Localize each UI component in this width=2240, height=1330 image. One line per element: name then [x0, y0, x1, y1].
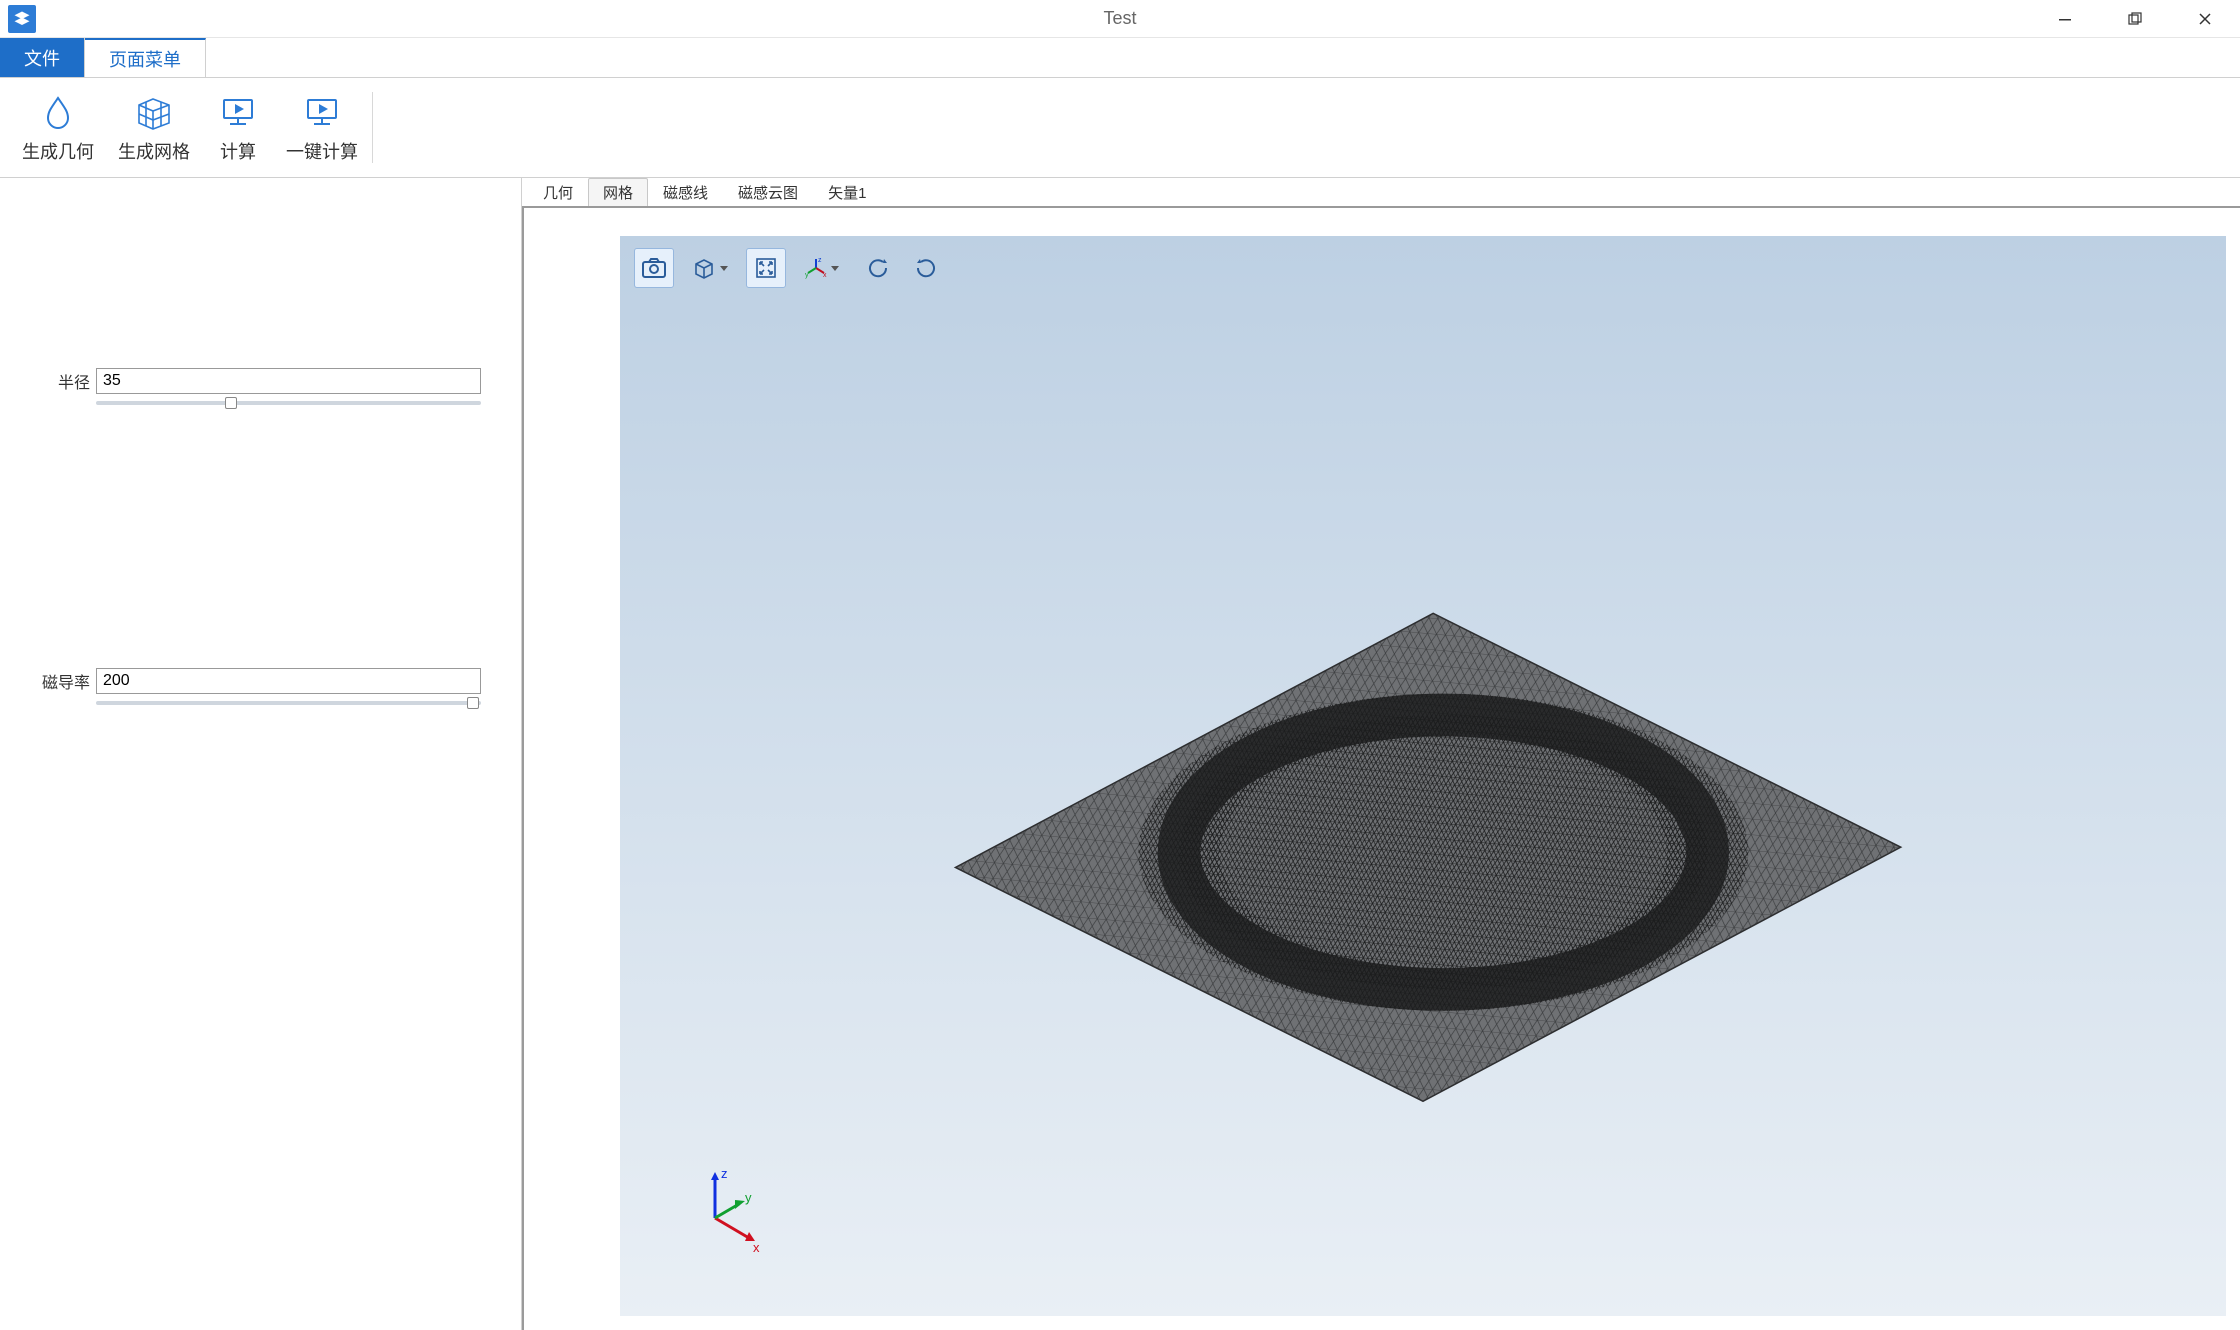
axis-icon: z x y [805, 257, 827, 279]
ribbon-content: 生成几何 生成网格 [0, 78, 2240, 178]
radius-slider-thumb[interactable] [225, 397, 237, 409]
axes-button[interactable]: z x y [794, 248, 850, 288]
view-tabs: 几何 网格 磁感线 磁感云图 矢量1 [522, 178, 2240, 206]
radius-input[interactable] [96, 368, 481, 394]
generate-geometry-button[interactable]: 生成几何 [10, 84, 106, 171]
radius-slider[interactable] [96, 398, 481, 408]
window-controls [2030, 0, 2240, 37]
viewport-toolbar: z x y [634, 248, 946, 288]
app-window: Test 文件 页面菜单 生 [0, 0, 2240, 1330]
close-icon [2198, 12, 2212, 26]
tab-file[interactable]: 文件 [0, 38, 85, 77]
svg-text:y: y [805, 272, 809, 279]
viewport-3d[interactable]: z x y [620, 236, 2226, 1316]
svg-text:z: z [818, 257, 822, 264]
axis-z-label: z [721, 1166, 728, 1181]
permeability-label: 磁导率 [40, 669, 90, 693]
rotate-ccw-button[interactable] [858, 248, 898, 288]
screenshot-button[interactable] [634, 248, 674, 288]
axis-y-label: y [745, 1190, 752, 1205]
compute-button[interactable]: 计算 [202, 84, 274, 171]
permeability-parameter: 磁导率 [40, 668, 481, 708]
maximize-button[interactable] [2100, 0, 2170, 37]
radius-parameter: 半径 [40, 368, 481, 408]
layers-icon [13, 10, 31, 28]
permeability-input[interactable] [96, 668, 481, 694]
expand-arrows-icon [754, 257, 778, 279]
maximize-icon [2128, 12, 2142, 26]
view-cube-button[interactable] [682, 248, 738, 288]
view-area: 几何 网格 磁感线 磁感云图 矢量1 [522, 178, 2240, 1330]
ribbon-tabs: 文件 页面菜单 [0, 38, 2240, 78]
close-button[interactable] [2170, 0, 2240, 37]
chevron-down-icon [720, 266, 728, 271]
svg-text:x: x [823, 272, 827, 279]
axis-x-label: x [753, 1240, 760, 1253]
permeability-slider[interactable] [96, 698, 481, 708]
rotate-cw-icon [914, 257, 938, 279]
app-icon [8, 5, 36, 33]
permeability-slider-thumb[interactable] [467, 697, 479, 709]
rotate-cw-button[interactable] [906, 248, 946, 288]
minimize-icon [2058, 12, 2072, 26]
view-tab-flux-lines[interactable]: 磁感线 [648, 178, 723, 206]
viewport-container: z x y [522, 206, 2240, 1330]
camera-icon [641, 257, 667, 279]
cube-icon [692, 257, 716, 279]
view-tab-geometry[interactable]: 几何 [528, 178, 588, 206]
play-screen-icon [298, 92, 346, 132]
view-tab-flux-cloud[interactable]: 磁感云图 [723, 178, 813, 206]
one-click-compute-button[interactable]: 一键计算 [274, 84, 370, 171]
cube-mesh-icon [130, 92, 178, 132]
radius-label: 半径 [40, 369, 90, 393]
view-tab-mesh[interactable]: 网格 [588, 178, 648, 206]
ribbon-separator [372, 92, 373, 163]
minimize-button[interactable] [2030, 0, 2100, 37]
mesh-render [620, 236, 2226, 1316]
fit-view-button[interactable] [746, 248, 786, 288]
play-screen-icon [214, 92, 262, 132]
chevron-down-icon [831, 266, 839, 271]
tab-page-menu[interactable]: 页面菜单 [85, 38, 206, 77]
main-area: 半径 磁导率 几何 [0, 178, 2240, 1330]
titlebar: Test [0, 0, 2240, 38]
drop-shape-icon [34, 92, 82, 132]
axis-triad: z x y [680, 1163, 770, 1256]
view-tab-vector[interactable]: 矢量1 [813, 178, 881, 206]
generate-mesh-button[interactable]: 生成网格 [106, 84, 202, 171]
window-title: Test [1103, 8, 1136, 29]
parameters-panel: 半径 磁导率 [0, 178, 522, 1330]
rotate-ccw-icon [866, 257, 890, 279]
